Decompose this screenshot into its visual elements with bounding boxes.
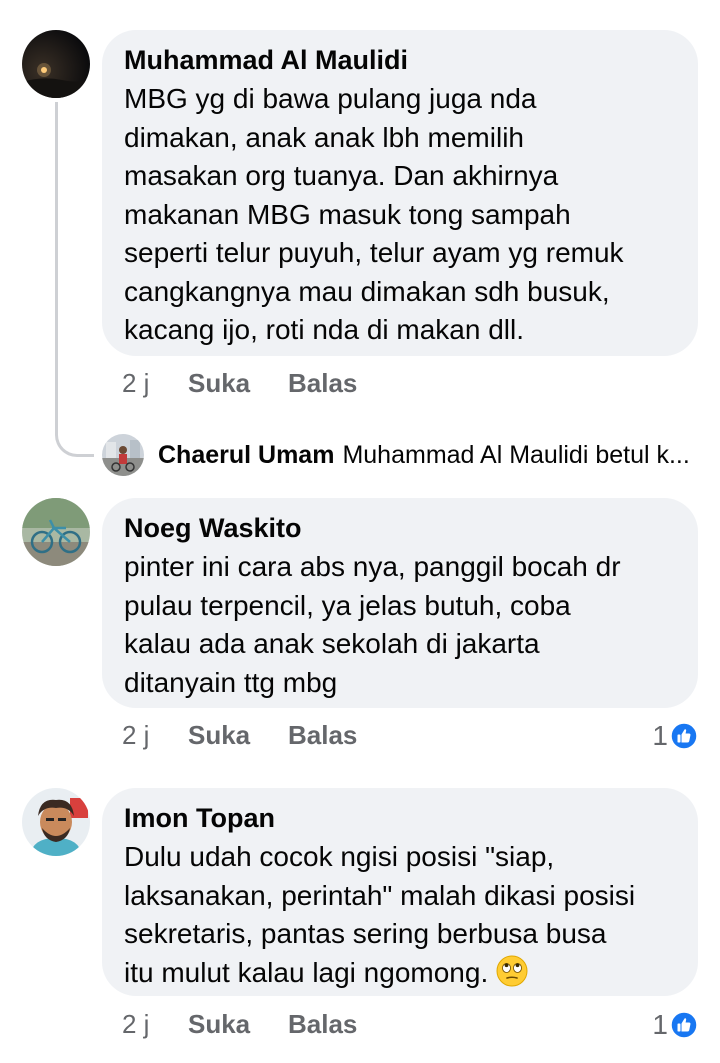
avatar[interactable]: [22, 788, 90, 856]
comment-text-body: Dulu udah cocok ngisi posisi "siap, laks…: [124, 841, 636, 988]
comment-author[interactable]: Noeg Waskito: [124, 512, 676, 544]
avatar[interactable]: [102, 434, 144, 476]
comment-actions: 2 j Suka Balas: [122, 720, 357, 751]
like-button[interactable]: Suka: [188, 720, 288, 751]
like-button[interactable]: Suka: [188, 368, 288, 399]
comment-text: pinter ini cara abs nya, panggil bocah d…: [124, 551, 621, 698]
comment-bubble: Muhammad Al Maulidi MBG yg di bawa pulan…: [102, 30, 698, 356]
comments-section: Muhammad Al Maulidi MBG yg di bawa pulan…: [0, 0, 720, 1063]
comment-author[interactable]: Muhammad Al Maulidi: [124, 44, 676, 76]
reply-button[interactable]: Balas: [288, 368, 357, 399]
street-photo-avatar-icon: [102, 434, 144, 476]
reaction-count: 1: [652, 720, 668, 751]
reaction-count: 1: [652, 1009, 668, 1040]
cartoon-face-avatar-icon: [22, 788, 90, 856]
reply-text: Muhammad Al Maulidi betul k...: [342, 440, 690, 469]
bicycle-avatar-icon: [22, 498, 90, 566]
like-button[interactable]: Suka: [188, 1009, 288, 1040]
thread-connector-line: [55, 102, 94, 457]
avatar[interactable]: [22, 30, 90, 98]
reply-preview[interactable]: Chaerul Umam Muhammad Al Maulidi betul k…: [102, 434, 690, 476]
comment-actions: 2 j Suka Balas: [122, 1009, 357, 1040]
comment-time[interactable]: 2 j: [122, 720, 188, 751]
eye-roll-emoji-icon: [496, 955, 528, 986]
reaction-summary[interactable]: 1: [652, 720, 698, 752]
comment-time[interactable]: 2 j: [122, 368, 188, 399]
comment-bubble: Imon Topan Dulu udah cocok ngisi posisi …: [102, 788, 698, 996]
reply-button[interactable]: Balas: [288, 720, 357, 751]
comment-text: Dulu udah cocok ngisi posisi "siap, laks…: [124, 838, 676, 992]
comment-actions: 2 j Suka Balas: [122, 368, 357, 399]
avatar[interactable]: [22, 498, 90, 566]
comment-text: MBG yg di bawa pulang juga nda dimakan, …: [124, 83, 624, 345]
thumbs-up-icon: [670, 722, 698, 750]
comment-bubble: Noeg Waskito pinter ini cara abs nya, pa…: [102, 498, 698, 708]
comment-author[interactable]: Imon Topan: [124, 802, 676, 834]
reply-author[interactable]: Chaerul Umam: [158, 441, 334, 470]
thumbs-up-icon: [670, 1011, 698, 1039]
comment-time[interactable]: 2 j: [122, 1009, 188, 1040]
reaction-summary[interactable]: 1: [652, 1009, 698, 1041]
reply-button[interactable]: Balas: [288, 1009, 357, 1040]
night-sky-avatar-icon: [22, 30, 90, 98]
